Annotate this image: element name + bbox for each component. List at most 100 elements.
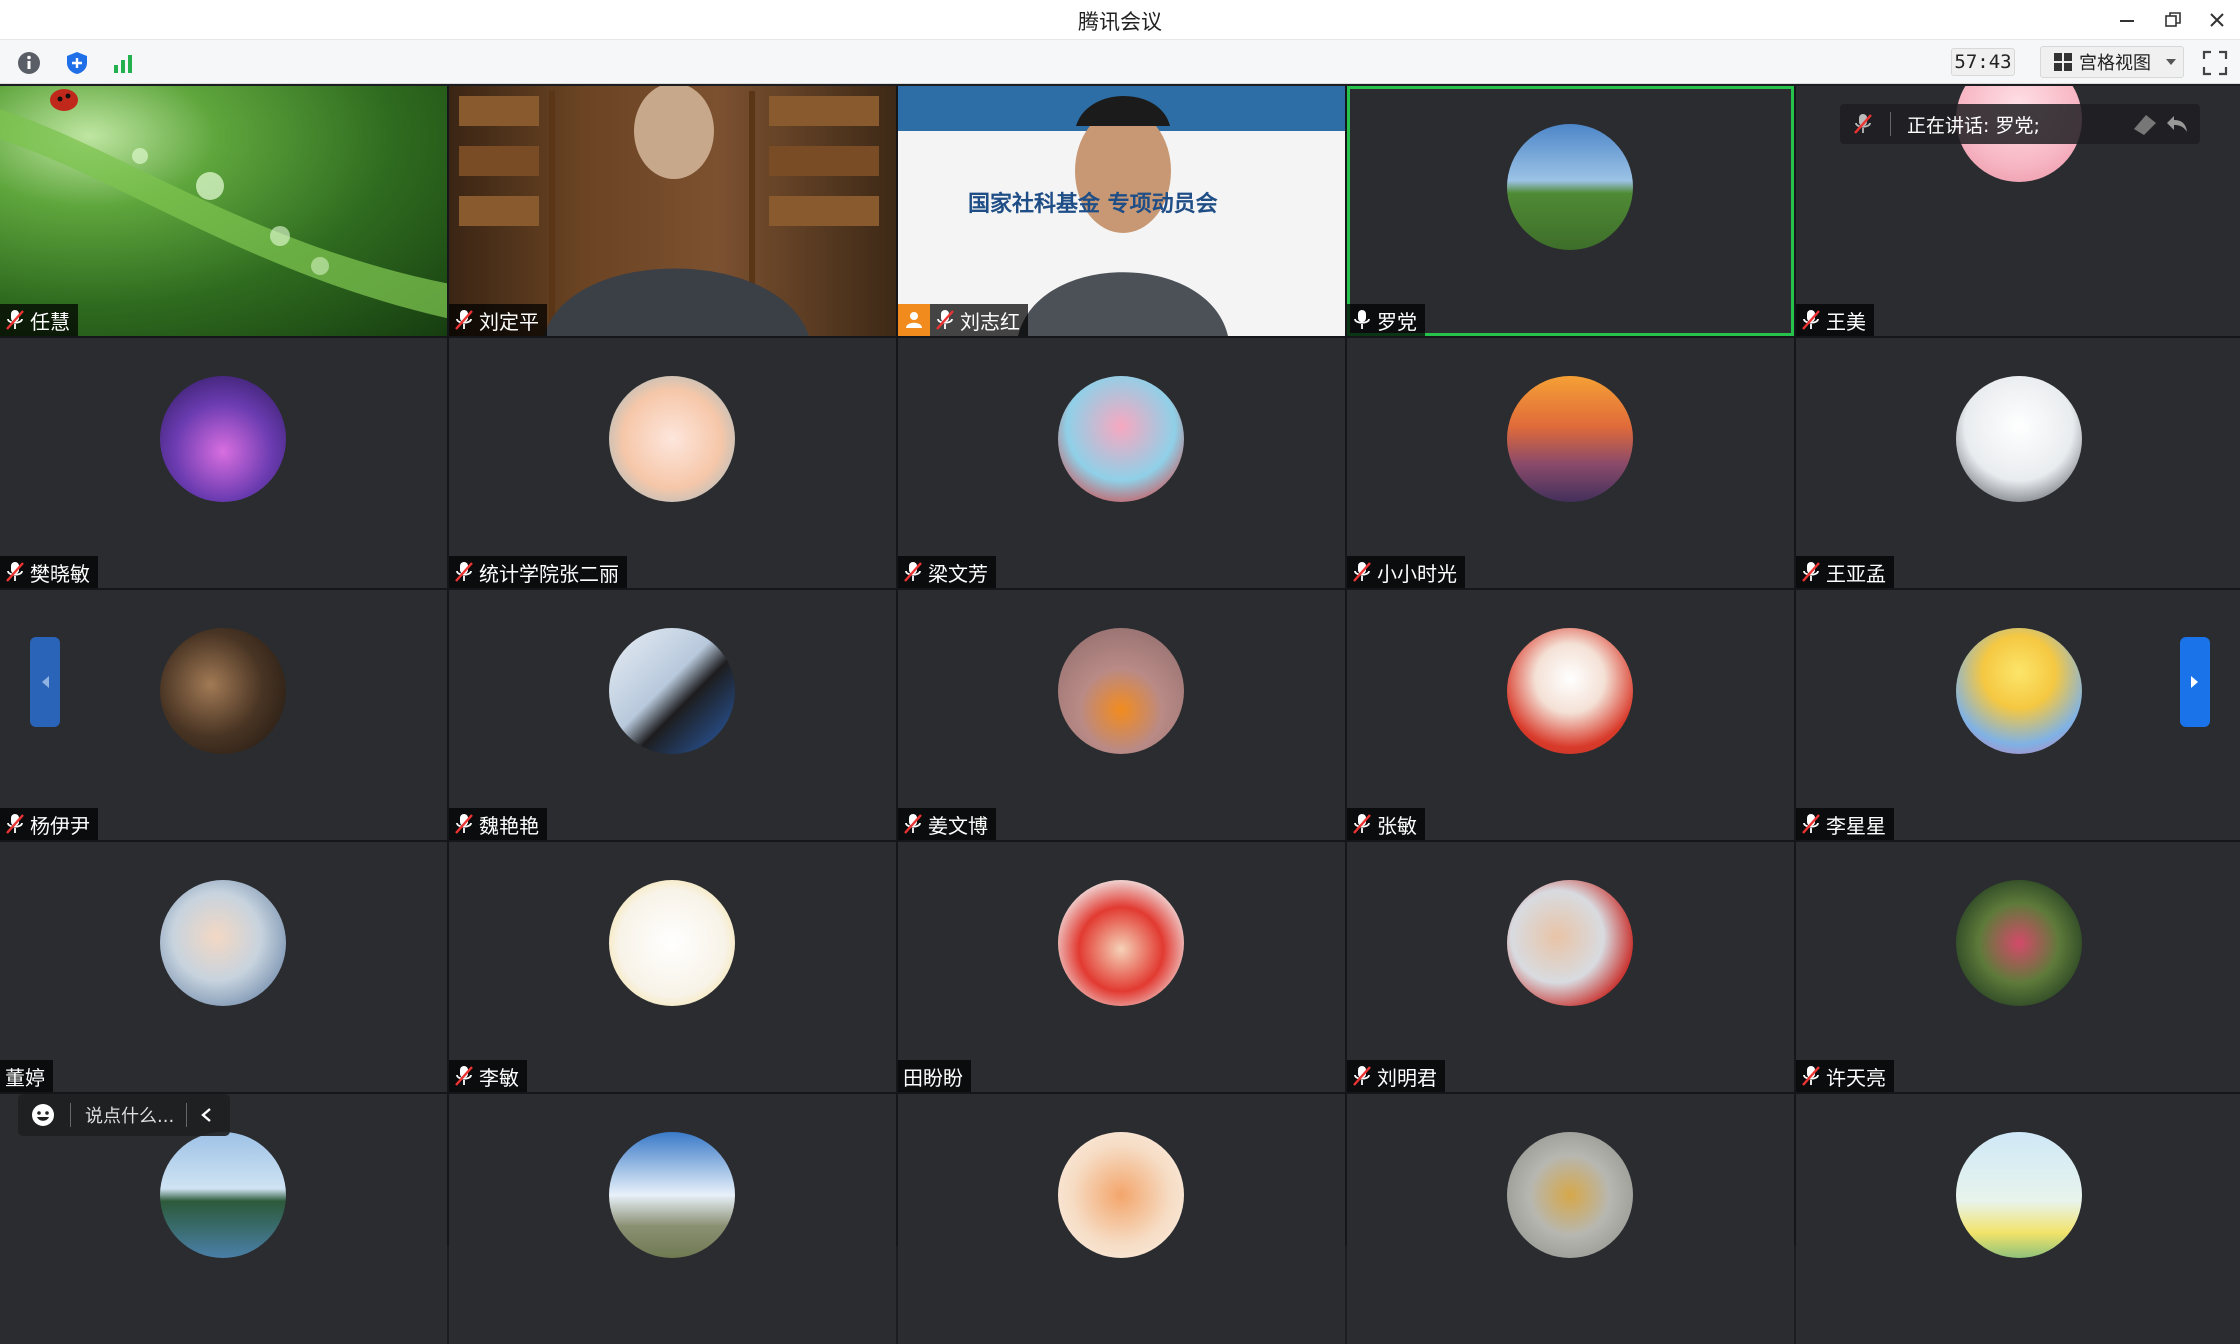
security-shield-icon[interactable] xyxy=(64,50,90,76)
leaf-image xyxy=(0,89,447,319)
fullscreen-button[interactable] xyxy=(2202,50,2228,76)
participant-tile[interactable]: 梁文芳 xyxy=(898,338,1345,588)
view-mode-label: 宫格视图 xyxy=(2079,53,2151,74)
avatar xyxy=(1507,1132,1633,1258)
participant-tile[interactable]: 魏艳艳 xyxy=(449,590,896,840)
participant-tile[interactable] xyxy=(1347,1094,1794,1344)
meeting-toolbar: 57:43 宫格视图 xyxy=(0,40,2240,84)
mic-muted-icon xyxy=(1353,1066,1371,1086)
restore-button[interactable] xyxy=(2156,4,2190,36)
mic-muted-icon xyxy=(1802,1066,1820,1086)
view-mode-dropdown[interactable]: 宫格视图 xyxy=(2040,46,2184,78)
speaking-text: 正在讲话: 罗党; xyxy=(1907,114,2040,137)
participant-tile[interactable]: 统计学院张二丽 xyxy=(449,338,896,588)
participant-tile[interactable]: 国家社科基金 专项动员会 刘志红 xyxy=(898,86,1345,336)
mic-muted-icon xyxy=(904,562,922,582)
participant-nametag: 小小时光 xyxy=(1347,556,1465,588)
participant-nametag: 刘志红 xyxy=(898,304,1028,336)
chat-placeholder[interactable]: 说点什么... xyxy=(85,1102,174,1128)
participant-name: 许天亮 xyxy=(1826,1065,1886,1090)
mic-muted-icon xyxy=(1353,814,1371,834)
participant-tile[interactable] xyxy=(1796,1094,2240,1344)
participant-name: 刘定平 xyxy=(479,309,539,334)
participant-nametag: 王美 xyxy=(1796,304,1874,336)
participant-nametag: 田盼盼 xyxy=(898,1060,971,1092)
participant-tile[interactable]: 田盼盼 xyxy=(898,842,1345,1092)
mic-muted-icon xyxy=(6,310,24,330)
participant-tile[interactable]: 董婷 xyxy=(0,842,447,1092)
close-button[interactable] xyxy=(2200,4,2234,36)
divider xyxy=(1890,112,1891,136)
participant-tile[interactable]: 小小时光 xyxy=(1347,338,1794,588)
participant-tile[interactable]: 姜文博 xyxy=(898,590,1345,840)
next-page-button[interactable] xyxy=(2180,637,2210,727)
participant-nametag: 李敏 xyxy=(449,1060,527,1092)
participant-name: 张敏 xyxy=(1377,813,1417,838)
chevron-left-icon xyxy=(42,676,49,688)
avatar xyxy=(609,880,735,1006)
avatar xyxy=(1058,880,1184,1006)
avatar xyxy=(1956,628,2082,754)
bookshelf-image xyxy=(459,86,879,336)
participant-name: 杨伊尹 xyxy=(30,813,90,838)
previous-page-button[interactable] xyxy=(30,637,60,727)
participant-nametag: 张敏 xyxy=(1347,808,1425,840)
participant-nametag: 梁文芳 xyxy=(898,556,996,588)
participant-tile[interactable]: 李敏 xyxy=(449,842,896,1092)
participant-name: 魏艳艳 xyxy=(479,813,539,838)
participant-name: 罗党 xyxy=(1377,309,1417,334)
mic-muted-icon xyxy=(1353,562,1371,582)
mic-on-icon xyxy=(1354,310,1370,329)
slide-title: 国家社科基金 专项动员会 xyxy=(968,192,1218,217)
speaking-indicator: 正在讲话: 罗党; xyxy=(1840,104,2200,144)
participant-tile[interactable]: 张敏 xyxy=(1347,590,1794,840)
mic-muted-icon xyxy=(6,814,24,834)
participant-nametag: 魏艳艳 xyxy=(449,808,547,840)
participant-tile-speaking[interactable]: 罗党 xyxy=(1347,86,1794,336)
participant-name: 李星星 xyxy=(1826,813,1886,838)
chevron-down-icon xyxy=(2166,59,2176,65)
avatar xyxy=(609,628,735,754)
participant-tile[interactable]: 许天亮 xyxy=(1796,842,2240,1092)
participant-nametag: 许天亮 xyxy=(1796,1060,1894,1092)
mic-muted-icon xyxy=(455,310,473,330)
avatar xyxy=(160,376,286,502)
avatar xyxy=(1956,376,2082,502)
mic-muted-icon xyxy=(936,310,954,330)
participant-tile[interactable]: 王亚孟 xyxy=(1796,338,2240,588)
participant-name: 王美 xyxy=(1826,309,1866,334)
avatar xyxy=(1507,376,1633,502)
avatar xyxy=(160,880,286,1006)
network-signal-icon[interactable] xyxy=(110,50,136,76)
participant-tile[interactable]: 樊晓敏 xyxy=(0,338,447,588)
mic-muted-icon xyxy=(455,1066,473,1086)
emoji-icon[interactable] xyxy=(30,1102,56,1128)
participant-nametag: 刘定平 xyxy=(449,304,547,336)
mic-muted-icon xyxy=(455,814,473,834)
avatar xyxy=(609,1132,735,1258)
participant-tile[interactable] xyxy=(449,1094,896,1344)
participant-nametag: 姜文博 xyxy=(898,808,996,840)
fullscreen-icon xyxy=(2202,50,2228,76)
participant-nametag: 刘明君 xyxy=(1347,1060,1445,1092)
participant-nametag: 樊晓敏 xyxy=(0,556,98,588)
chevron-left-icon[interactable] xyxy=(199,1107,213,1123)
chevron-right-icon xyxy=(2191,676,2198,688)
avatar xyxy=(1058,1132,1184,1258)
minimize-button[interactable] xyxy=(2110,4,2144,36)
participant-tile[interactable]: 刘明君 xyxy=(1347,842,1794,1092)
pin-icon[interactable] xyxy=(2130,111,2160,137)
participant-tile[interactable]: 李星星 xyxy=(1796,590,2240,840)
participant-tile[interactable] xyxy=(898,1094,1345,1344)
participant-name: 田盼盼 xyxy=(903,1065,963,1090)
participant-tile[interactable]: 杨伊尹 xyxy=(0,590,447,840)
chat-quick-input[interactable]: 说点什么... xyxy=(18,1094,230,1136)
grid-view-icon xyxy=(2054,53,2072,71)
reply-arrow-icon[interactable] xyxy=(2164,111,2190,137)
info-icon[interactable] xyxy=(16,50,42,76)
participant-name: 董婷 xyxy=(5,1065,45,1090)
participant-nametag: 任慧 xyxy=(0,304,78,336)
participant-nametag: 董婷 xyxy=(0,1060,53,1092)
participant-tile[interactable]: 刘定平 xyxy=(449,86,896,336)
participant-tile[interactable]: 任慧 xyxy=(0,86,447,336)
